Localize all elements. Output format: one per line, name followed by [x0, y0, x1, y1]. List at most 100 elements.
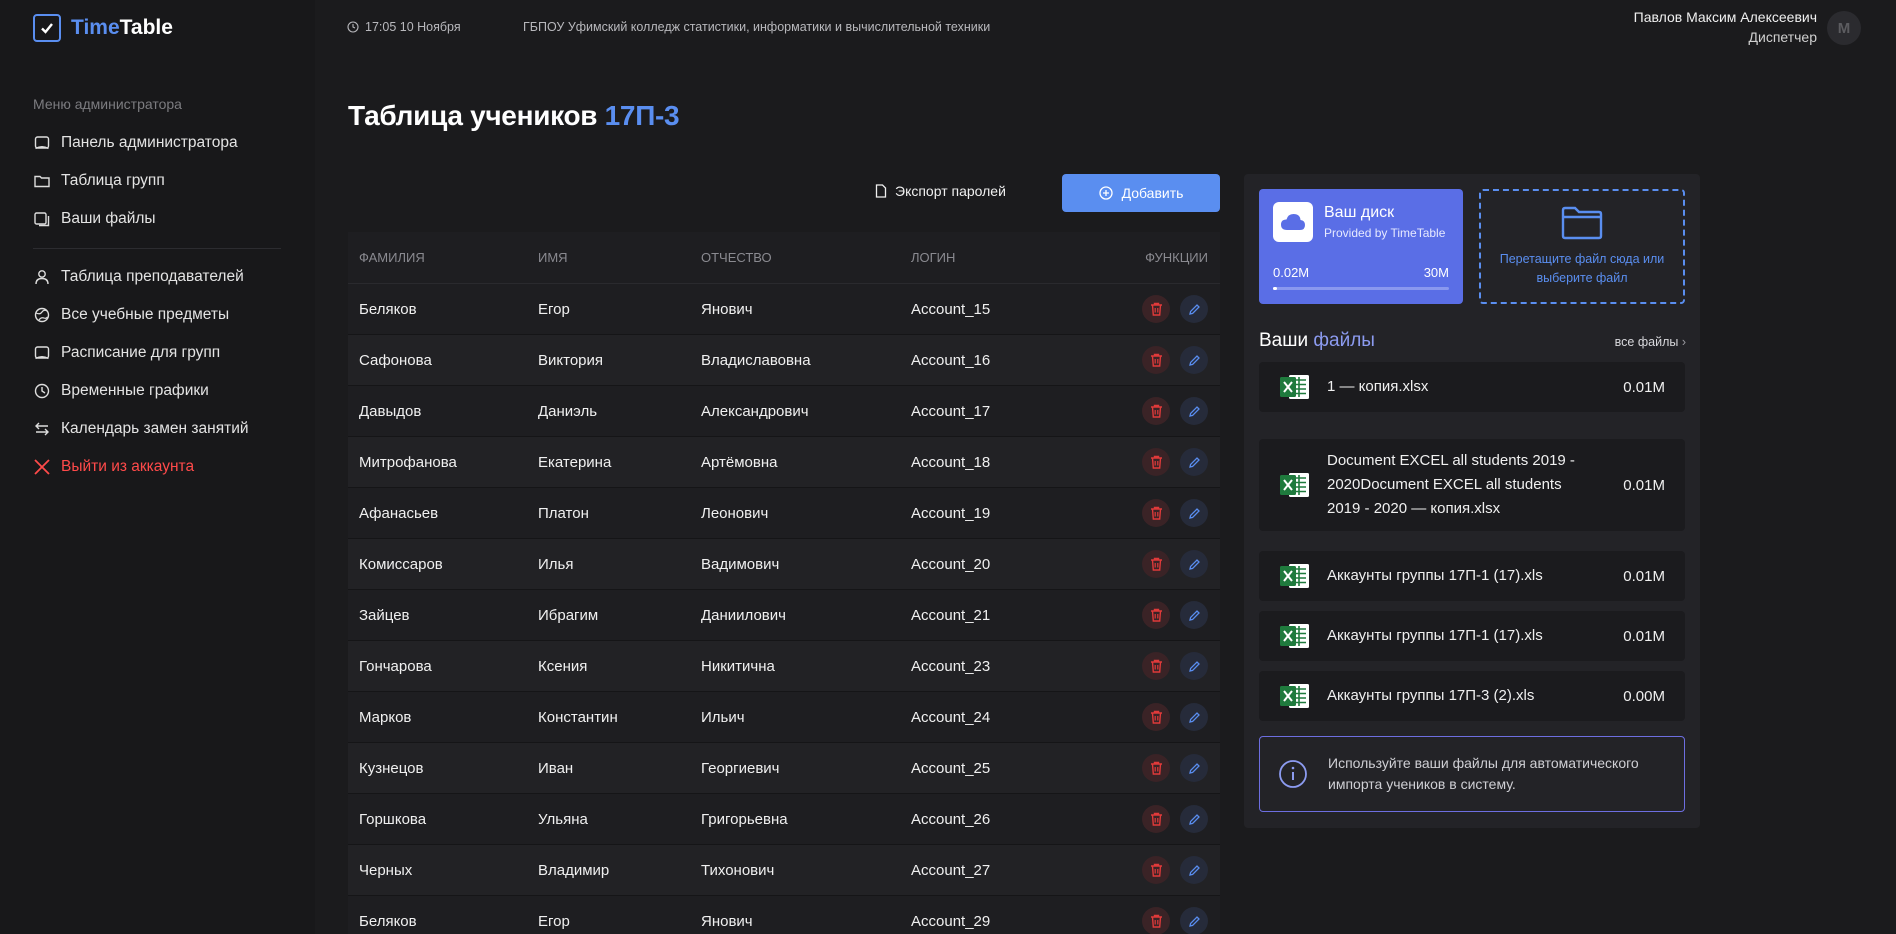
pencil-icon [1188, 354, 1200, 366]
trash-icon [1150, 710, 1162, 724]
firstname-cell: Екатерина [538, 453, 612, 471]
schedule-icon [34, 346, 50, 360]
info-box: Используйте ваши файлы для автоматическо… [1259, 736, 1685, 812]
header-time: 17:05 10 Ноября [347, 20, 461, 34]
login-cell: Account_26 [911, 810, 991, 828]
delete-button[interactable] [1142, 907, 1170, 934]
sidebar-item-subjects[interactable]: Все учебные предметы [33, 306, 229, 324]
sidebar-item-schedule[interactable]: Расписание для групп [33, 344, 220, 362]
column-header-patronymic[interactable]: ОТЧЕСТВО [701, 250, 911, 265]
sidebar-item-admin-panel[interactable]: Панель администратора [33, 134, 238, 152]
sidebar-item-label: Панель администратора [61, 134, 238, 151]
all-files-link[interactable]: все файлы › [1615, 335, 1686, 349]
cloud-icon [1273, 202, 1313, 242]
sidebar-item-label: Все учебные предметы [61, 306, 230, 323]
file-size: 0.01M [1623, 627, 1665, 645]
file-item[interactable]: Аккаунты группы 17П-1 (17).xls 0.01M [1259, 611, 1685, 661]
table-row: Митрофанова Екатерина Артёмовна Account_18 [348, 437, 1220, 488]
sidebar: TimeTable Меню администратора Панель адм… [0, 0, 315, 934]
edit-button[interactable] [1180, 856, 1208, 884]
column-header-firstname[interactable]: ИМЯ [538, 250, 701, 265]
firstname-cell: Егор [538, 912, 570, 930]
page-title: Таблица учеников 17П-3 [348, 100, 680, 131]
pencil-icon [1188, 813, 1200, 825]
edit-button[interactable] [1180, 805, 1208, 833]
patronymic-cell: Янович [701, 912, 753, 930]
edit-button[interactable] [1180, 499, 1208, 527]
folder-icon [1561, 206, 1603, 240]
delete-button[interactable] [1142, 856, 1170, 884]
column-header-login[interactable]: ЛОГИН [911, 250, 1131, 265]
row-actions [1131, 295, 1220, 323]
disk-total: 30M [1423, 265, 1449, 280]
delete-button[interactable] [1142, 652, 1170, 680]
delete-button[interactable] [1142, 397, 1170, 425]
login-cell: Account_15 [911, 300, 991, 318]
column-header-lastname[interactable]: ФАМИЛИЯ [348, 250, 538, 265]
sidebar-item-substitutions[interactable]: Календарь замен занятий [33, 420, 249, 438]
file-item[interactable]: Аккаунты группы 17П-1 (17).xls 0.01M [1259, 551, 1685, 601]
delete-button[interactable] [1142, 346, 1170, 374]
delete-button[interactable] [1142, 601, 1170, 629]
edit-button[interactable] [1180, 754, 1208, 782]
globe-icon [34, 307, 50, 323]
add-button[interactable]: Добавить [1062, 174, 1220, 212]
edit-button[interactable] [1180, 601, 1208, 629]
export-passwords-button[interactable]: Экспорт паролей [875, 183, 1006, 199]
edit-button[interactable] [1180, 652, 1208, 680]
sidebar-item-timelines[interactable]: Временные графики [33, 382, 209, 400]
clock-icon [34, 383, 50, 399]
edit-button[interactable] [1180, 448, 1208, 476]
trash-icon [1150, 914, 1162, 928]
delete-button[interactable] [1142, 550, 1170, 578]
file-item[interactable]: Document EXCEL all students 2019 - 2020D… [1259, 439, 1685, 531]
file-item[interactable]: 1 — копия.xlsx 0.01M [1259, 362, 1685, 412]
edit-button[interactable] [1180, 346, 1208, 374]
pencil-icon [1188, 609, 1200, 621]
patronymic-cell: Артёмовна [701, 453, 778, 471]
patronymic-cell: Вадимович [701, 555, 780, 573]
edit-button[interactable] [1180, 907, 1208, 934]
lastname-cell: Горшкова [359, 810, 427, 828]
avatar[interactable]: М [1827, 11, 1861, 45]
delete-button[interactable] [1142, 703, 1170, 731]
disk-usage-bar [1273, 287, 1449, 290]
trash-icon [1150, 353, 1162, 367]
login-cell: Account_19 [911, 504, 991, 522]
lastname-cell: Черных [359, 861, 413, 879]
sidebar-item-teachers[interactable]: Таблица преподавателей [33, 268, 244, 286]
file-name: Document EXCEL all students 2019 - 2020D… [1327, 452, 1575, 517]
file-drop-zone[interactable]: Перетащите файл сюда или выберите файл [1479, 189, 1685, 304]
patronymic-cell: Александрович [701, 402, 809, 420]
delete-button[interactable] [1142, 499, 1170, 527]
row-actions [1131, 397, 1220, 425]
file-size: 0.00M [1623, 687, 1665, 705]
table-row: Гончарова Ксения Никитична Account_23 [348, 641, 1220, 692]
edit-button[interactable] [1180, 703, 1208, 731]
lastname-cell: Давыдов [359, 402, 422, 420]
edit-button[interactable] [1180, 550, 1208, 578]
delete-button[interactable] [1142, 754, 1170, 782]
edit-button[interactable] [1180, 295, 1208, 323]
logout-button[interactable]: Выйти из аккаунта [33, 458, 194, 476]
file-item[interactable]: Аккаунты группы 17П-3 (2).xls 0.00M [1259, 671, 1685, 721]
disk-card[interactable]: Ваш диск Provided by TimeTable 0.02M 30M [1259, 189, 1463, 304]
edit-button[interactable] [1180, 397, 1208, 425]
user-info[interactable]: Павлов Максим Алексеевич Диспетчер [1634, 9, 1817, 45]
sidebar-item-label: Расписание для групп [61, 344, 221, 361]
swap-icon [35, 422, 49, 436]
chevron-right-icon: › [1681, 335, 1686, 349]
logo[interactable]: TimeTable [33, 14, 173, 42]
delete-button[interactable] [1142, 448, 1170, 476]
sidebar-item-groups[interactable]: Таблица групп [33, 172, 165, 190]
row-actions [1131, 499, 1220, 527]
delete-button[interactable] [1142, 805, 1170, 833]
logout-label: Выйти из аккаунта [61, 458, 195, 475]
user-name: Павлов Максим Алексеевич [1633, 9, 1817, 25]
sidebar-item-label: Таблица преподавателей [61, 268, 244, 285]
sidebar-item-files[interactable]: Ваши файлы [33, 210, 156, 228]
patronymic-cell: Тихонович [701, 861, 775, 879]
menu-title: Меню администратора [33, 96, 182, 112]
lastname-cell: Марков [359, 708, 412, 726]
delete-button[interactable] [1142, 295, 1170, 323]
